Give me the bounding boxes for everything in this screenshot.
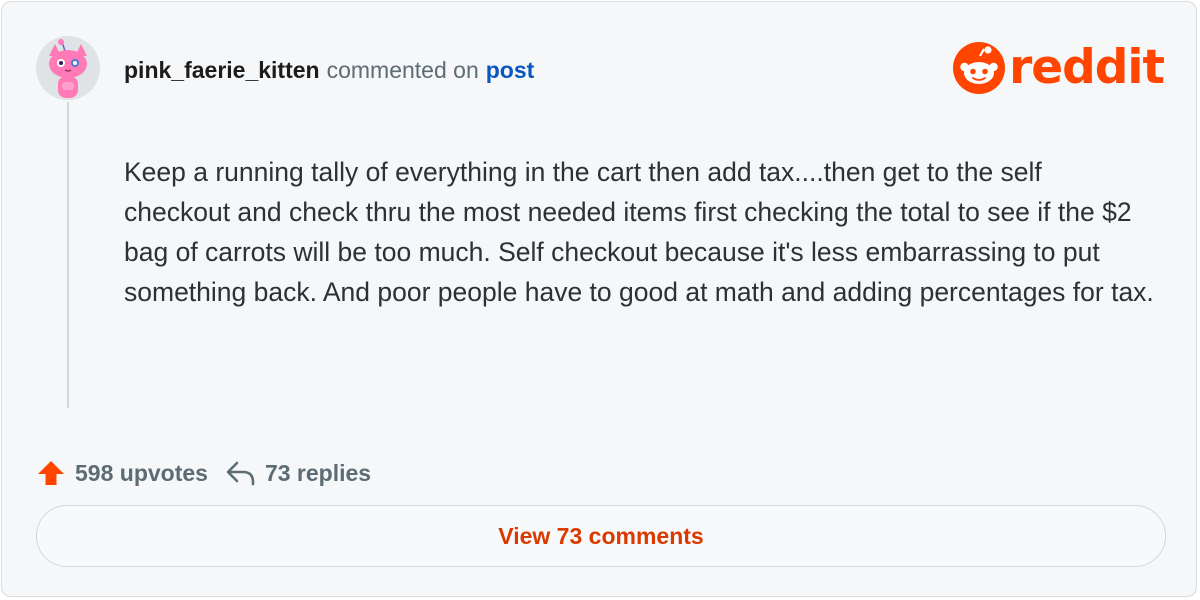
comment-card: pink_faerie_kitten commented on post red… <box>1 1 1197 597</box>
reddit-logo[interactable]: reddit <box>953 40 1165 95</box>
comment-header: pink_faerie_kitten commented on post <box>124 54 534 86</box>
user-avatar[interactable] <box>36 36 100 100</box>
reply-stat[interactable]: 73 replies <box>225 458 371 488</box>
post-link[interactable]: post <box>486 57 535 84</box>
username-link[interactable]: pink_faerie_kitten <box>124 57 320 84</box>
view-comments-button[interactable]: View 73 comments <box>36 505 1166 567</box>
reply-arrow-icon <box>225 458 257 488</box>
reply-count: 73 replies <box>264 459 372 486</box>
upvote-arrow-icon <box>36 458 66 488</box>
thread-line <box>67 102 69 408</box>
upvote-count: 598 upvotes <box>75 459 208 486</box>
reddit-snoo-icon <box>953 42 1006 94</box>
upvote-stat[interactable]: 598 upvotes <box>36 458 208 488</box>
pink-cat-avatar-icon <box>36 36 100 100</box>
reddit-wordmark: reddit <box>1009 40 1165 95</box>
comment-stats-bar: 598 upvotes 73 replies <box>36 454 371 492</box>
comment-action-text: commented on <box>326 56 479 83</box>
comment-body-text: Keep a running tally of everything in th… <box>124 157 1154 307</box>
